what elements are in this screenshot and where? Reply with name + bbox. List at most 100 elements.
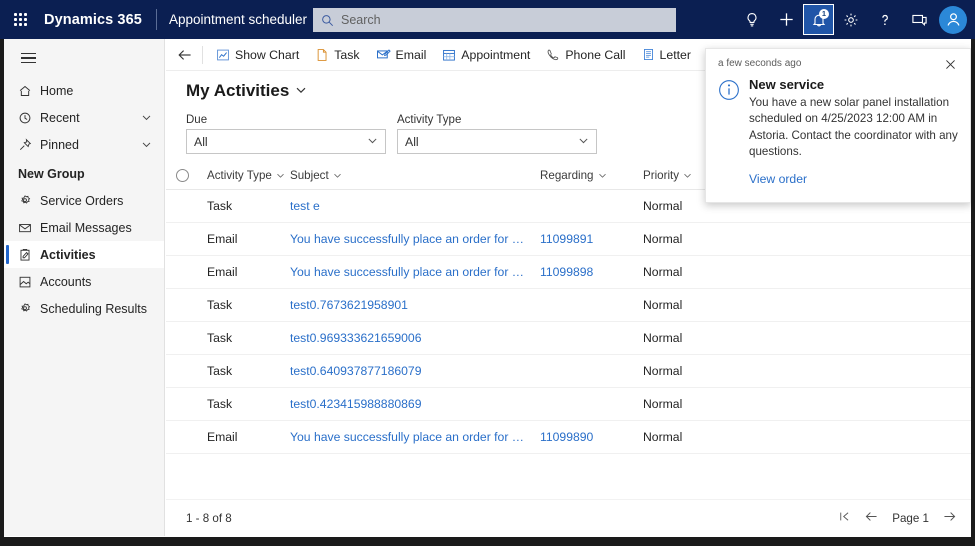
clipboard-icon (18, 248, 40, 262)
table-row[interactable]: Email You have successfully place an ord… (166, 256, 971, 289)
clock-icon (18, 111, 40, 125)
select-all-checkbox[interactable] (176, 169, 189, 182)
chevron-down-icon (578, 135, 589, 149)
row-select-cell[interactable] (176, 200, 207, 213)
lightbulb-icon[interactable] (735, 3, 769, 37)
email-button[interactable]: Email (368, 40, 435, 70)
cell-subject[interactable]: test0.969333621659006 (290, 331, 540, 345)
grid-footer: 1 - 8 of 8 Page 1 (166, 499, 971, 536)
column-header-activity-type[interactable]: Activity Type (207, 169, 290, 182)
previous-page-button[interactable] (864, 509, 879, 527)
due-filter-select[interactable]: All (186, 129, 386, 154)
sitemap-toggle-button[interactable] (8, 39, 48, 77)
table-row[interactable]: Task test0.7673621958901 Normal (166, 289, 971, 322)
search-input[interactable]: Search (313, 8, 676, 32)
back-button[interactable] (170, 40, 200, 70)
toast-content: New service You have a new solar panel i… (749, 77, 958, 188)
plus-icon[interactable] (769, 3, 803, 37)
cell-regarding[interactable]: 11099898 (540, 265, 643, 279)
phone-call-button[interactable]: Phone Call (538, 40, 633, 70)
grid-body: Task test e Normal Email You have succes… (166, 190, 971, 454)
sidebar-item-home[interactable]: Home (4, 77, 164, 104)
table-row[interactable]: Task test0.423415988880869 Normal (166, 388, 971, 421)
calendar-icon (442, 48, 456, 62)
sidebar-item-pinned[interactable]: Pinned (4, 131, 164, 158)
select-all-cell (176, 169, 207, 182)
cell-priority: Normal (643, 331, 716, 345)
cell-regarding[interactable]: 11099891 (540, 232, 643, 246)
cell-subject[interactable]: You have successfully place an order for… (290, 232, 540, 246)
window-bottom-edge (0, 537, 975, 546)
question-icon[interactable] (868, 3, 902, 37)
row-select-cell[interactable] (176, 332, 207, 345)
table-row[interactable]: Task test0.969333621659006 Normal (166, 322, 971, 355)
phone-icon (546, 48, 560, 62)
filter-label: Due (186, 114, 386, 126)
avatar[interactable] (939, 6, 967, 34)
view-selector[interactable]: My Activities (186, 81, 307, 101)
nav-icon-group: 1 (735, 0, 971, 39)
column-label: Activity Type (207, 169, 272, 182)
letter-button[interactable]: Letter (634, 40, 699, 70)
sidebar-item-recent[interactable]: Recent (4, 104, 164, 131)
row-select-cell[interactable] (176, 299, 207, 312)
search-placeholder: Search (341, 13, 381, 27)
cell-subject[interactable]: You have successfully place an order for… (290, 265, 540, 279)
row-select-cell[interactable] (176, 233, 207, 246)
sidebar-item-label: Pinned (40, 138, 141, 152)
page-label: Page 1 (892, 512, 929, 525)
row-select-cell[interactable] (176, 431, 207, 444)
chevron-down-icon (367, 135, 378, 149)
notification-badge: 1 (819, 9, 829, 19)
bell-icon[interactable]: 1 (803, 4, 834, 35)
table-row[interactable]: Email You have successfully place an ord… (166, 223, 971, 256)
sidebar-item-accounts[interactable]: Accounts (4, 268, 164, 295)
close-icon[interactable] (943, 57, 958, 72)
table-row[interactable]: Task test0.640937877186079 Normal (166, 355, 971, 388)
sidebar-item-email-messages[interactable]: Email Messages (4, 214, 164, 241)
sidebar-item-activities[interactable]: Activities (4, 241, 164, 268)
task-button[interactable]: Task (307, 40, 367, 70)
column-label: Regarding (540, 169, 594, 182)
cell-subject[interactable]: You have successfully place an order for… (290, 430, 540, 444)
cell-subject[interactable]: test0.423415988880869 (290, 397, 540, 411)
first-page-button[interactable] (838, 510, 851, 526)
command-label: Show Chart (235, 48, 299, 62)
row-select-cell[interactable] (176, 365, 207, 378)
cell-regarding[interactable]: 11099890 (540, 430, 643, 444)
cell-subject[interactable]: test e (290, 199, 540, 213)
brand-title[interactable]: Dynamics 365 (44, 12, 142, 28)
cell-subject[interactable]: test0.7673621958901 (290, 298, 540, 312)
pagination: Page 1 (838, 509, 957, 527)
sidebar-item-label: Activities (40, 248, 164, 262)
next-page-button[interactable] (942, 509, 957, 527)
cell-priority: Normal (643, 265, 716, 279)
column-header-regarding[interactable]: Regarding (540, 169, 643, 182)
row-select-cell[interactable] (176, 398, 207, 411)
cell-subject[interactable]: test0.640937877186079 (290, 364, 540, 378)
cell-activity-type: Email (207, 232, 290, 246)
gear-icon[interactable] (834, 3, 868, 37)
sidebar-item-scheduling-results[interactable]: Scheduling Results (4, 295, 164, 322)
activity-type-filter-select[interactable]: All (397, 129, 597, 154)
search-icon (321, 14, 334, 27)
table-row[interactable]: Email You have successfully place an ord… (166, 421, 971, 454)
app-launcher-button[interactable] (0, 0, 40, 39)
letter-icon (642, 48, 655, 61)
feedback-icon[interactable] (902, 3, 936, 37)
column-label: Subject (290, 169, 329, 182)
row-select-cell[interactable] (176, 266, 207, 279)
column-header-subject[interactable]: Subject (290, 169, 540, 182)
view-order-link[interactable]: View order (749, 172, 807, 186)
cell-priority: Normal (643, 232, 716, 246)
toast-body: New service You have a new solar panel i… (718, 77, 958, 188)
top-navigation-bar: Dynamics 365 Appointment scheduler Searc… (0, 0, 975, 39)
filter-label: Activity Type (397, 114, 597, 126)
chevron-down-icon[interactable] (141, 139, 152, 150)
app-name[interactable]: Appointment scheduler (169, 12, 307, 27)
sidebar-item-service-orders[interactable]: Service Orders (4, 187, 164, 214)
appointment-button[interactable]: Appointment (434, 40, 538, 70)
chevron-down-icon[interactable] (141, 112, 152, 123)
show-chart-button[interactable]: Show Chart (208, 40, 307, 70)
gear-flower-icon (18, 194, 40, 208)
